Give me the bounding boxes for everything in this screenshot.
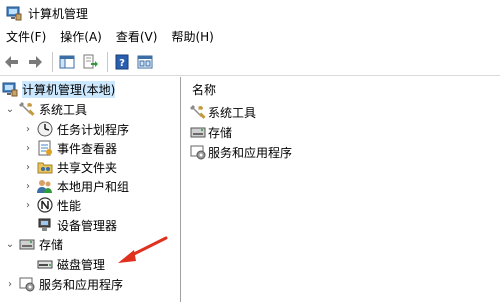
name-column-header[interactable]: 名称 <box>192 81 216 98</box>
disk-icon <box>37 260 53 269</box>
tree-item-label: 事件查看器 <box>57 141 118 156</box>
tree-item-label: 任务计划程序 <box>57 122 130 137</box>
tree-item-label: 磁盘管理 <box>57 257 106 272</box>
menu-bar: 文件(F) 操作(A) 查看(V) 帮助(H) <box>0 26 500 48</box>
chevron-right-icon[interactable]: › <box>22 199 34 211</box>
tree-item-device-manager[interactable]: 设备管理器 <box>37 215 117 235</box>
event-viewer-icon <box>38 140 52 156</box>
chevron-down-icon[interactable]: ⌄ <box>4 103 16 115</box>
red-arrow-annotation-icon <box>118 236 168 263</box>
menu-help[interactable]: 帮助(H) <box>165 26 221 48</box>
back-button[interactable] <box>2 52 22 72</box>
export-list-icon <box>83 54 98 68</box>
window-title: 计算机管理 <box>28 6 89 21</box>
menu-action[interactable]: 操作(A) <box>54 26 110 48</box>
toolbar-separator <box>107 51 108 72</box>
users-icon <box>37 180 52 193</box>
tree-item-label: 计算机管理(本地) <box>22 80 116 98</box>
tree-item-label: 存储 <box>39 237 64 252</box>
tree-item-performance[interactable]: › 性能 <box>22 195 81 215</box>
back-arrow-icon <box>5 55 18 68</box>
computer-management-icon <box>6 6 22 21</box>
list-item-services-applications[interactable]: 服务和应用程序 <box>190 143 292 161</box>
help-button[interactable]: ? <box>112 52 132 72</box>
list-item-label: 存储 <box>208 125 233 140</box>
tree-item-label: 设备管理器 <box>57 218 118 233</box>
properties-icon <box>137 55 153 68</box>
clock-icon <box>37 121 53 137</box>
device-manager-icon <box>38 218 51 231</box>
storage-icon <box>19 239 35 250</box>
tree-item-disk-management[interactable]: 磁盘管理 <box>37 254 105 274</box>
computer-management-icon <box>2 82 18 97</box>
tree-item-label: 系统工具 <box>39 102 88 117</box>
performance-icon <box>37 197 53 213</box>
forward-button[interactable] <box>25 52 45 72</box>
tree-item-event-viewer[interactable]: › 事件查看器 <box>22 138 117 158</box>
list-item-system-tools[interactable]: 系统工具 <box>190 103 256 121</box>
services-icon <box>190 145 206 160</box>
tree-item-services-applications[interactable]: › 服务和应用程序 <box>4 274 123 294</box>
navigation-tree[interactable]: 计算机管理(本地) ⌄ 系统工具 › 任务计划程序 › 事件查看器 › 共享文件… <box>0 77 181 302</box>
menu-view[interactable]: 查看(V) <box>110 26 166 48</box>
services-icon <box>19 277 35 292</box>
tree-item-storage[interactable]: ⌄ 存储 <box>4 234 63 254</box>
chevron-right-icon[interactable]: › <box>22 123 34 135</box>
tree-item-label: 共享文件夹 <box>57 160 118 175</box>
list-item-label: 系统工具 <box>208 105 257 120</box>
toolbar: ? <box>0 48 500 76</box>
tree-item-label: 性能 <box>57 198 82 213</box>
show-hide-tree-button[interactable] <box>57 52 77 72</box>
storage-icon <box>190 127 206 138</box>
tree-item-label: 本地用户和组 <box>57 179 130 194</box>
chevron-right-icon[interactable]: › <box>22 180 34 192</box>
help-icon: ? <box>115 54 129 69</box>
title-bar: 计算机管理 <box>0 0 500 26</box>
list-item-label: 服务和应用程序 <box>208 145 293 160</box>
svg-text:?: ? <box>119 58 125 69</box>
chevron-right-icon[interactable]: › <box>22 161 34 173</box>
tree-item-computer-management[interactable]: 计算机管理(本地) <box>2 79 116 99</box>
chevron-right-icon[interactable]: › <box>4 278 16 290</box>
tree-item-label: 服务和应用程序 <box>39 277 124 292</box>
chevron-down-icon[interactable]: ⌄ <box>4 238 16 250</box>
tree-item-shared-folders[interactable]: › 共享文件夹 <box>22 157 117 177</box>
tree-item-task-scheduler[interactable]: › 任务计划程序 <box>22 119 129 139</box>
tools-icon <box>19 102 35 116</box>
show-hide-tree-icon <box>59 55 75 68</box>
properties-button[interactable] <box>135 52 155 72</box>
shared-folder-icon <box>37 162 53 174</box>
tree-item-system-tools[interactable]: ⌄ 系统工具 <box>4 99 87 119</box>
chevron-right-icon[interactable]: › <box>22 142 34 154</box>
toolbar-separator <box>52 51 53 72</box>
tree-item-local-users-groups[interactable]: › 本地用户和组 <box>22 176 129 196</box>
content-list[interactable]: 名称 系统工具 存储 服务和应用程序 <box>182 77 500 302</box>
forward-arrow-icon <box>29 55 42 68</box>
export-list-button[interactable] <box>80 52 100 72</box>
menu-file[interactable]: 文件(F) <box>0 26 54 48</box>
list-item-storage[interactable]: 存储 <box>190 123 232 141</box>
tools-icon <box>190 105 206 119</box>
